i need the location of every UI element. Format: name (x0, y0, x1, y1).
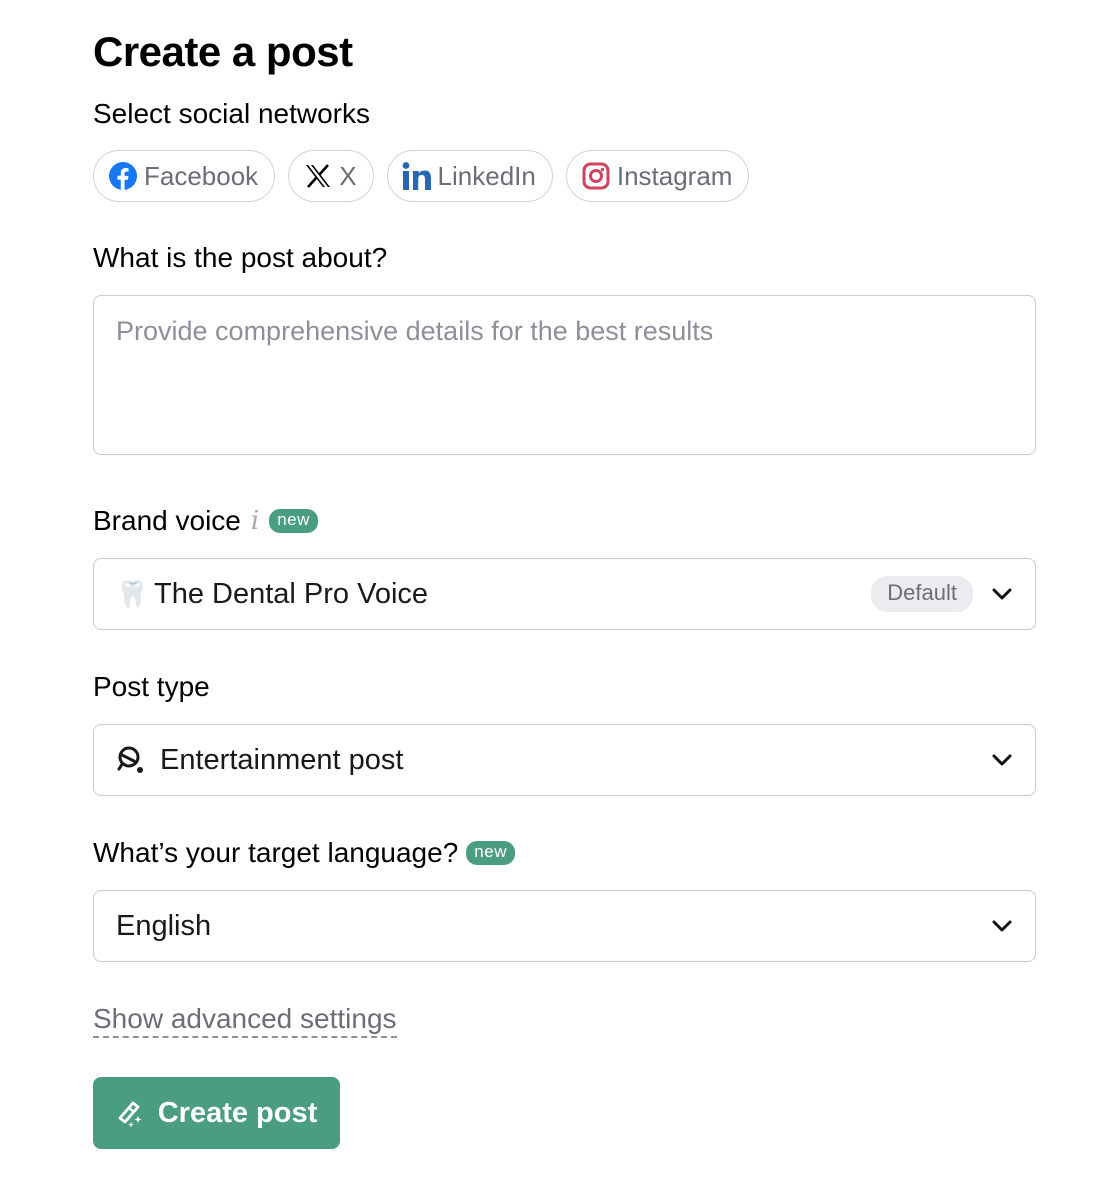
post-type-label: Post type (93, 671, 210, 702)
linkedin-icon (402, 161, 432, 191)
post-type-select[interactable]: Entertainment post (93, 724, 1036, 796)
network-chip-x[interactable]: X (288, 150, 374, 202)
default-badge: Default (871, 576, 973, 612)
language-label: What’s your target language? new (93, 837, 515, 869)
chevron-down-icon (991, 915, 1013, 937)
tooth-icon: 🦷 (116, 578, 149, 609)
info-icon[interactable]: i (251, 506, 259, 536)
x-icon (303, 161, 333, 191)
new-badge: new (269, 509, 318, 533)
magic-wand-icon (116, 1098, 146, 1128)
post-about-label: What is the post about? (93, 242, 388, 273)
entertainment-icon (116, 745, 146, 775)
chevron-down-icon (991, 749, 1013, 771)
network-chips: Facebook X LinkedIn Instagram (93, 150, 750, 202)
network-chip-linkedin[interactable]: LinkedIn (386, 150, 553, 202)
language-value: English (116, 909, 212, 942)
network-chip-facebook[interactable]: Facebook (93, 150, 276, 202)
network-chip-instagram[interactable]: Instagram (565, 150, 750, 202)
facebook-icon (108, 161, 138, 191)
create-post-button[interactable]: Create post (93, 1077, 340, 1149)
chevron-down-icon (991, 583, 1013, 605)
brand-voice-select[interactable]: 🦷 The Dental Pro Voice Default (93, 558, 1036, 630)
language-select[interactable]: English (93, 890, 1036, 962)
brand-voice-value: The Dental Pro Voice (154, 577, 429, 610)
post-type-value: Entertainment post (160, 743, 404, 776)
show-advanced-settings-link[interactable]: Show advanced settings (93, 1002, 397, 1038)
page-title: Create a post (93, 28, 353, 75)
new-badge: new (466, 841, 515, 865)
brand-voice-label: Brand voice i new (93, 505, 318, 537)
instagram-icon (581, 161, 611, 191)
networks-label: Select social networks (93, 98, 371, 129)
post-about-input[interactable] (93, 295, 1036, 455)
